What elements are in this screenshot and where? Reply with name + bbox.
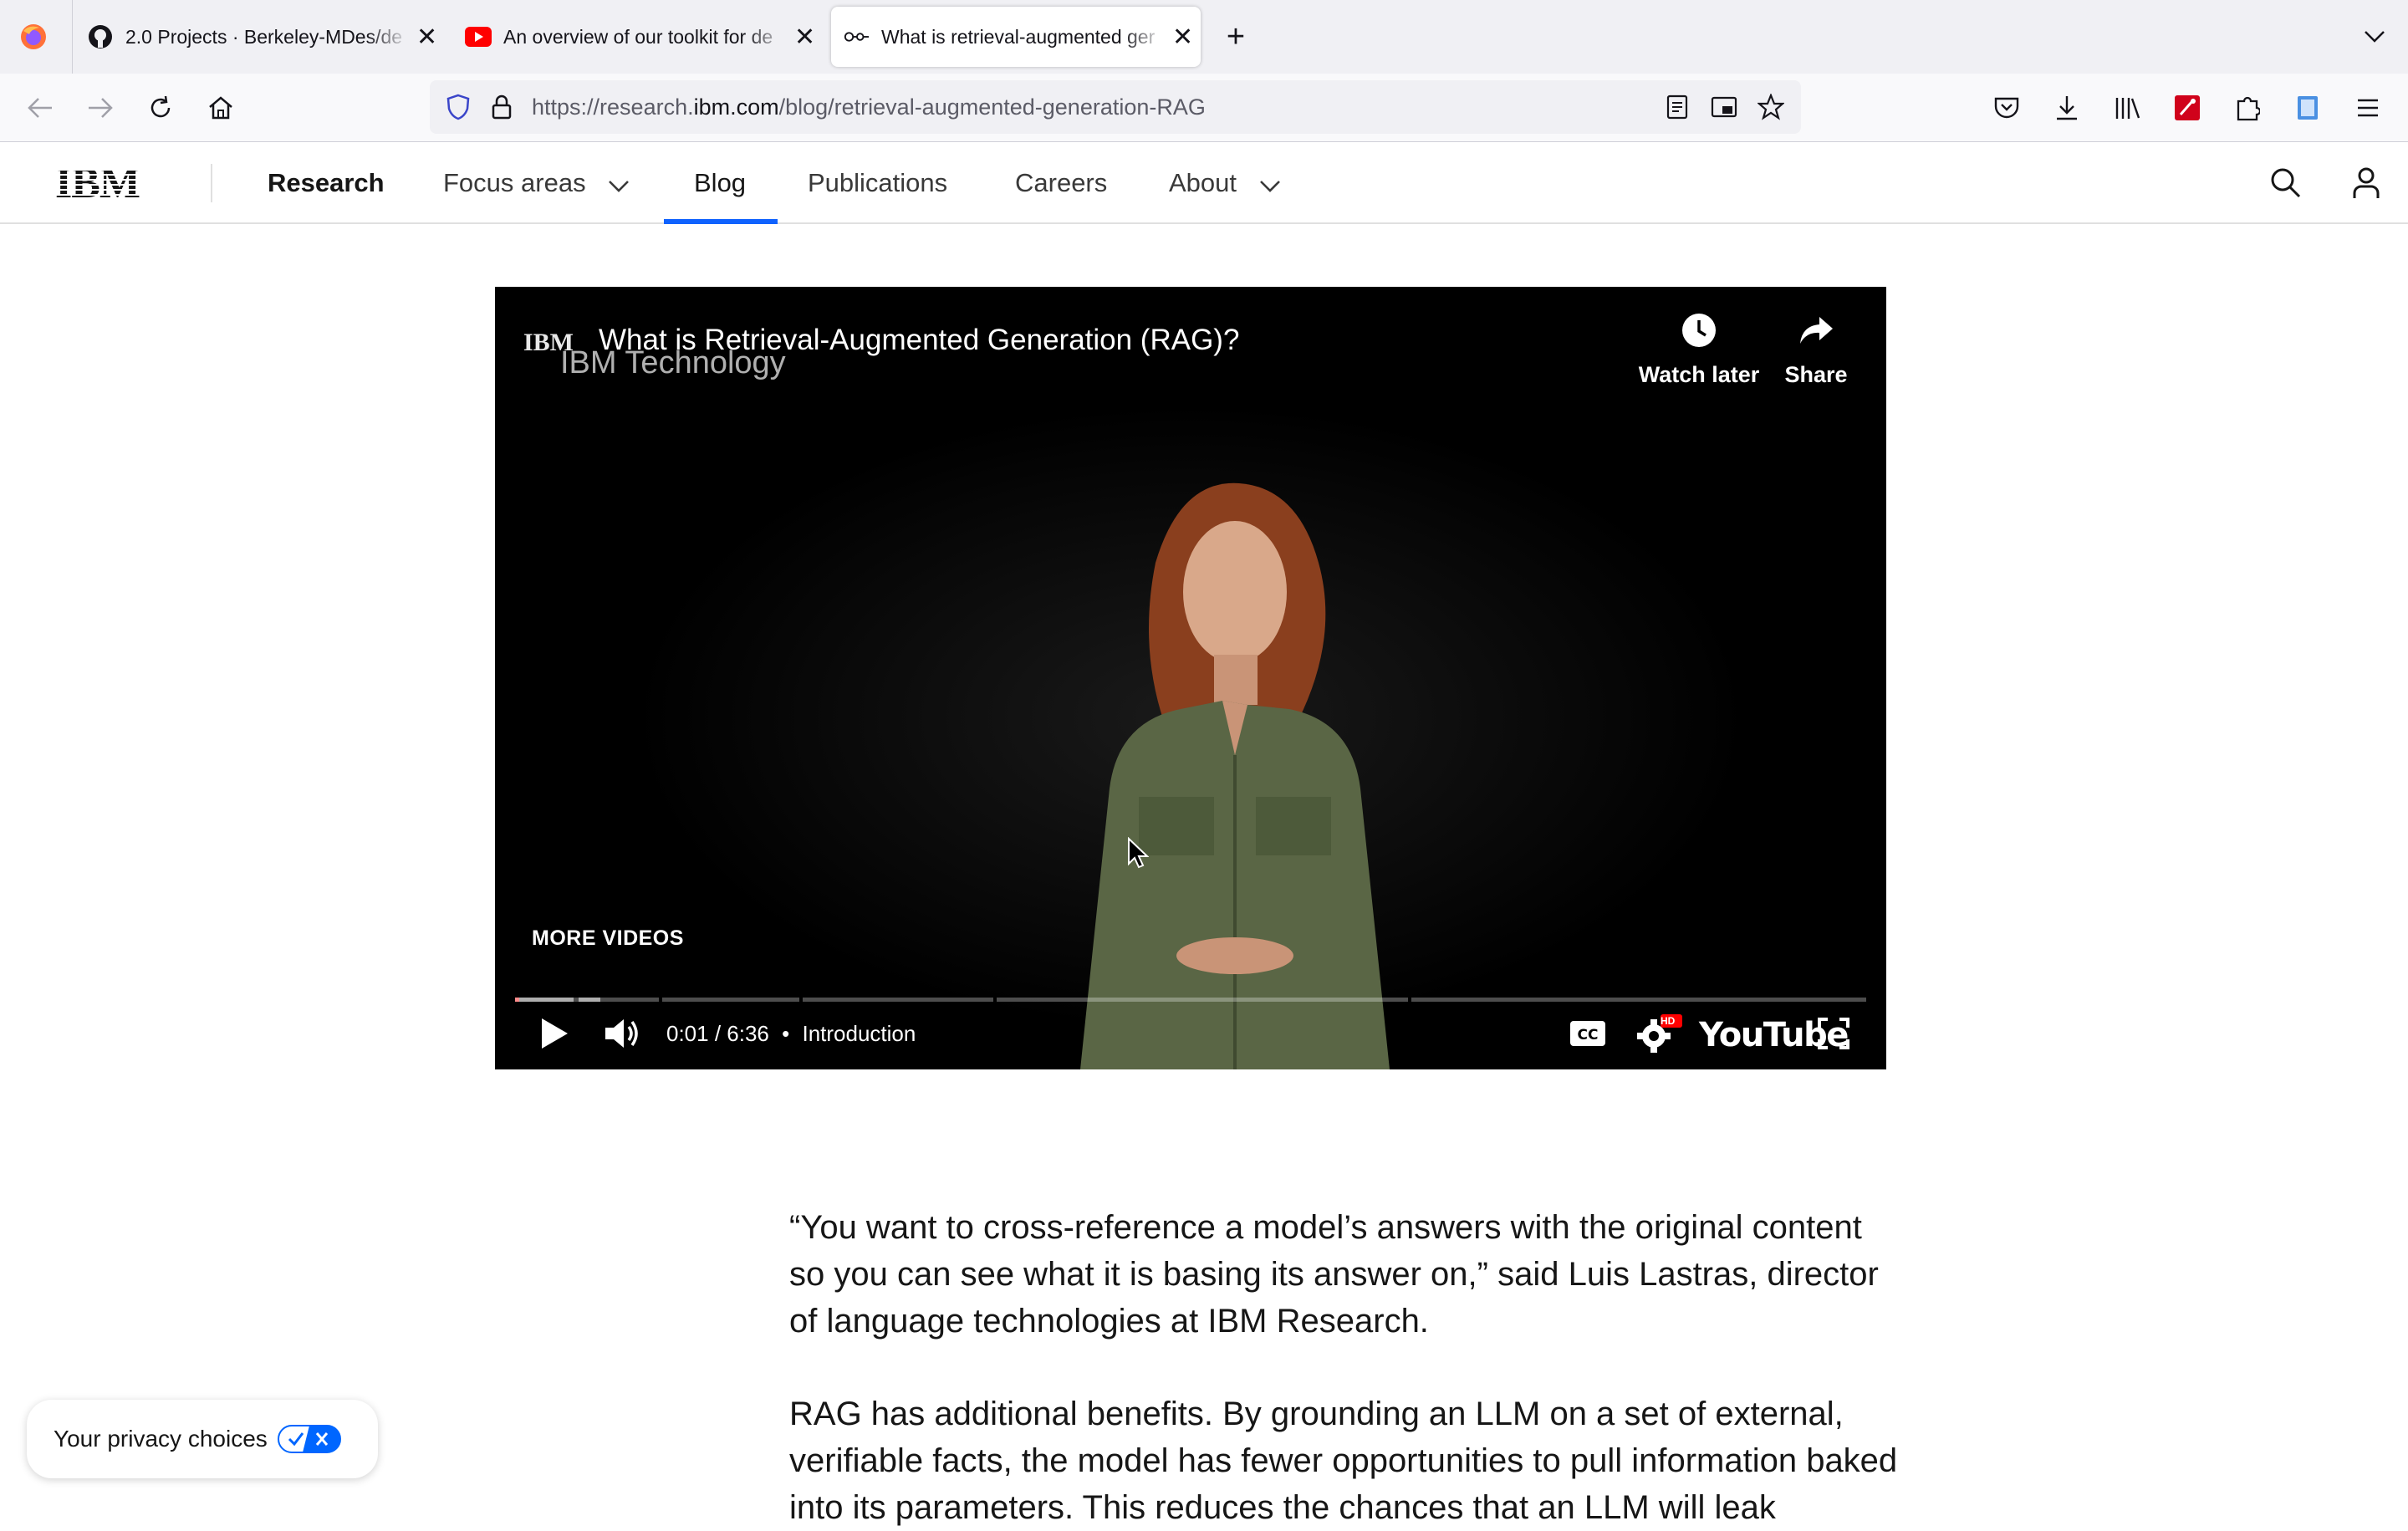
user-profile-icon[interactable] xyxy=(2349,166,2383,200)
chevron-down-icon xyxy=(608,144,630,226)
tab-ibm-research[interactable]: What is retrieval-augmented ger ✕ xyxy=(831,7,1201,67)
fullscreen-icon xyxy=(1818,1018,1849,1049)
active-tab-indicator xyxy=(664,219,778,224)
video-time-display: 0:01 / 6:36 • Introduction xyxy=(666,1021,916,1047)
svg-text:CC: CC xyxy=(1578,1027,1599,1044)
nav-research[interactable]: Research xyxy=(268,142,385,224)
settings-button[interactable]: HD xyxy=(1632,1013,1686,1054)
share-button[interactable]: Share xyxy=(1774,307,1858,388)
privacy-choices-button[interactable]: Your privacy choices xyxy=(27,1400,378,1478)
chapter-gap xyxy=(799,998,803,1002)
site-header: IBM Research Focus areas Blog Publicatio… xyxy=(0,142,2408,224)
new-tab-icon[interactable]: + xyxy=(1219,19,1252,54)
ibm-research-icon xyxy=(843,23,870,50)
volume-icon xyxy=(605,1019,638,1048)
video-frame-presenter xyxy=(495,287,1886,1069)
close-tab-icon[interactable]: ✕ xyxy=(794,23,815,52)
nav-focus-areas[interactable]: Focus areas xyxy=(443,142,630,224)
close-tab-icon[interactable]: ✕ xyxy=(416,23,437,52)
tab-youtube[interactable]: An overview of our toolkit for de ✕ xyxy=(465,7,816,67)
chapter-gap xyxy=(993,998,997,1002)
buffered-segment xyxy=(515,998,574,1002)
chapter-separator-dot: • xyxy=(782,1021,790,1046)
extensions-puzzle-icon[interactable] xyxy=(2231,91,2264,125)
downloads-icon[interactable] xyxy=(2050,91,2084,125)
search-icon[interactable] xyxy=(2269,166,2303,200)
video-title[interactable]: What is Retrieval-Augmented Generation (… xyxy=(599,324,1239,357)
github-icon xyxy=(87,23,114,50)
pdf-extension-icon[interactable] xyxy=(2171,91,2204,125)
svg-text:IBM: IBM xyxy=(55,162,140,202)
tab-title: 2.0 Projects · Berkeley-MDes/de xyxy=(125,25,403,48)
url-text[interactable]: https://research.ibm.com/blog/retrieval-… xyxy=(532,80,1206,134)
nav-blog[interactable]: Blog xyxy=(694,142,746,224)
video-progress-bar[interactable] xyxy=(515,998,1866,1002)
picture-in-picture-icon[interactable] xyxy=(1707,90,1741,124)
browser-tab-strip: 2.0 Projects · Berkeley-MDes/de ✕ An ove… xyxy=(0,0,2408,74)
chapter-title[interactable]: Introduction xyxy=(802,1021,916,1046)
privacy-choices-label: Your privacy choices xyxy=(54,1426,268,1452)
lock-icon[interactable] xyxy=(485,90,518,124)
reload-icon[interactable] xyxy=(144,91,177,125)
nav-publications[interactable]: Publications xyxy=(808,142,947,224)
buffered-segment xyxy=(579,998,600,1002)
url-domain: ibm.com xyxy=(693,94,779,120)
url-bar[interactable]: https://research.ibm.com/blog/retrieval-… xyxy=(430,80,1801,134)
privacy-toggle-icon xyxy=(278,1425,341,1457)
back-arrow-icon[interactable] xyxy=(23,91,57,125)
chapter-gap xyxy=(659,998,662,1002)
watch-later-button[interactable]: Watch later xyxy=(1615,307,1783,388)
mouse-cursor-icon xyxy=(1128,837,1149,869)
reader-view-icon[interactable] xyxy=(1661,90,1694,124)
forward-arrow-icon[interactable] xyxy=(84,91,117,125)
nav-focus-areas-label: Focus areas xyxy=(443,168,586,197)
chapter-gap xyxy=(1408,998,1411,1002)
chevron-down-icon xyxy=(1259,144,1281,226)
clock-icon xyxy=(1615,307,1783,354)
nav-careers[interactable]: Careers xyxy=(1015,142,1107,224)
app-menu-icon[interactable] xyxy=(2351,91,2385,125)
nav-about-label: About xyxy=(1169,168,1237,197)
pocket-icon[interactable] xyxy=(1990,91,2023,125)
header-divider xyxy=(211,164,212,202)
tracking-shield-icon[interactable] xyxy=(441,90,475,124)
volume-button[interactable] xyxy=(602,1013,644,1054)
article-paragraph: “You want to cross-reference a model’s a… xyxy=(789,1209,1879,1340)
video-time: 0:01 / 6:36 xyxy=(666,1021,769,1046)
watch-later-label: Watch later xyxy=(1638,362,1760,387)
more-videos-button[interactable]: MORE VIDEOS xyxy=(532,926,684,951)
share-label: Share xyxy=(1784,362,1848,387)
bookmark-star-icon[interactable] xyxy=(1754,90,1788,124)
article-paragraph: RAG has additional benefits. By groundin… xyxy=(789,1396,1898,1526)
home-icon[interactable] xyxy=(204,91,237,125)
captions-button[interactable]: CC xyxy=(1567,1013,1609,1054)
hd-badge: HD xyxy=(1661,1015,1676,1027)
ibm-logo[interactable]: IBM xyxy=(55,160,154,207)
gear-icon xyxy=(1637,1014,1682,1053)
tab-list-chevron-icon[interactable] xyxy=(2358,20,2391,54)
play-button[interactable] xyxy=(533,1013,575,1054)
play-icon xyxy=(542,1018,568,1049)
url-prefix: https://research. xyxy=(532,94,694,120)
url-path: /blog/retrieval-augmented-generation-RAG xyxy=(778,94,1206,120)
share-arrow-icon xyxy=(1774,307,1858,354)
tab-github[interactable]: 2.0 Projects · Berkeley-MDes/de ✕ xyxy=(87,7,438,67)
tab-title: An overview of our toolkit for de xyxy=(503,25,773,48)
cc-icon: CC xyxy=(1570,1021,1605,1046)
nav-about[interactable]: About xyxy=(1169,142,1281,224)
youtube-icon xyxy=(465,23,492,50)
tab-separator xyxy=(72,0,73,74)
library-icon[interactable] xyxy=(2110,91,2144,125)
firefox-icon[interactable] xyxy=(17,20,50,54)
fullscreen-button[interactable] xyxy=(1813,1013,1854,1054)
tab-title: What is retrieval-augmented ger xyxy=(881,25,1156,48)
browser-nav-bar: https://research.ibm.com/blog/retrieval-… xyxy=(0,74,2408,142)
close-tab-icon[interactable]: ✕ xyxy=(1172,23,1193,52)
video-player[interactable]: IBM IBM Technology What is Retrieval-Aug… xyxy=(495,287,1886,1069)
notes-extension-icon[interactable] xyxy=(2291,91,2324,125)
